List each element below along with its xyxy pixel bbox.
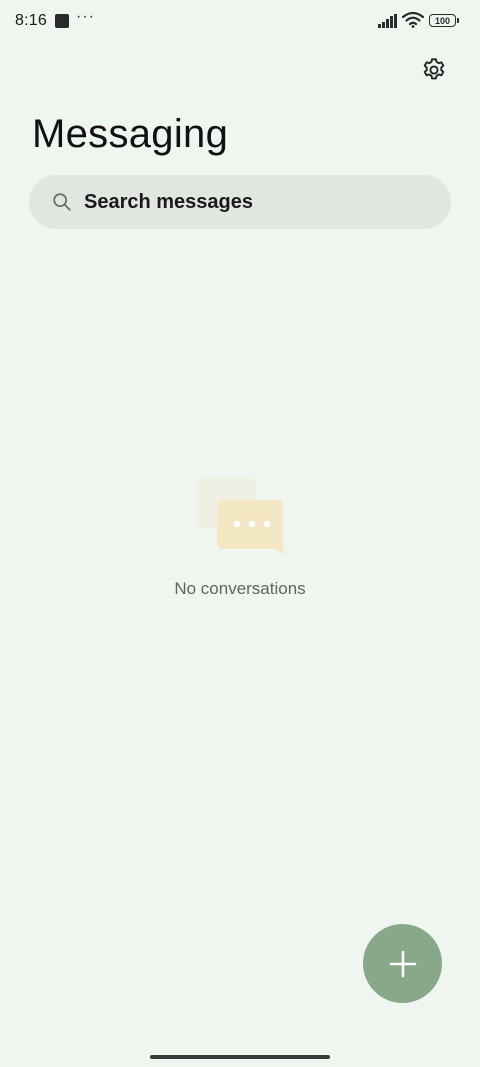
status-more-indicator: ··· — [76, 8, 95, 25]
battery-icon: 100 — [429, 14, 456, 27]
page-title: Messaging — [32, 112, 229, 156]
chat-bubbles-icon — [196, 478, 285, 555]
search-icon — [53, 193, 71, 211]
search-placeholder: Search messages — [84, 190, 254, 213]
search-input[interactable]: Search messages — [29, 175, 451, 229]
settings-button[interactable] — [416, 52, 452, 88]
signal-icon — [378, 14, 397, 28]
empty-state-text: No conversations — [174, 579, 306, 598]
status-time: 8:16 — [15, 12, 47, 29]
status-bar: 8:16 ··· 100 — [0, 0, 480, 44]
new-conversation-button[interactable] — [363, 924, 442, 1003]
battery-level: 100 — [434, 15, 451, 26]
plus-icon — [389, 950, 416, 977]
home-indicator[interactable] — [150, 1055, 330, 1059]
wifi-icon — [402, 11, 424, 28]
gear-icon — [423, 58, 445, 80]
battery-tip — [457, 18, 459, 23]
app-notification-icon — [55, 14, 69, 28]
